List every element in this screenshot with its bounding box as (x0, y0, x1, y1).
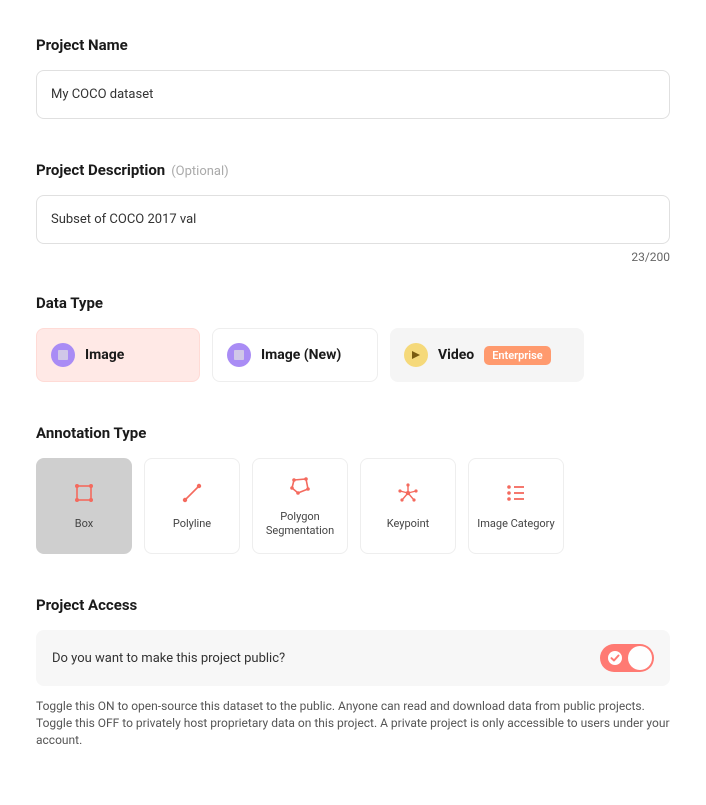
data-type-option-video-label: Video (438, 347, 474, 363)
project-access-box: Do you want to make this project public? (36, 630, 670, 686)
annotation-option-polygon[interactable]: Polygon Segmentation (252, 458, 348, 554)
annotation-type-options: Box Polyline (36, 458, 670, 554)
annotation-option-keypoint-label: Keypoint (383, 517, 434, 531)
category-icon (504, 481, 528, 505)
project-description-section: Project Description (Optional) 23/200 (36, 161, 670, 264)
data-type-option-video[interactable]: Video Enterprise (390, 328, 584, 382)
annotation-option-keypoint[interactable]: Keypoint (360, 458, 456, 554)
enterprise-badge: Enterprise (484, 346, 551, 365)
polyline-icon (180, 481, 204, 505)
annotation-option-category-label: Image Category (473, 517, 558, 531)
annotation-option-box[interactable]: Box (36, 458, 132, 554)
data-type-options: Image Image (New) Video Enterprise (36, 328, 670, 382)
data-type-option-image-label: Image (85, 347, 124, 363)
project-name-section: Project Name (36, 36, 670, 119)
image-new-icon (227, 343, 251, 367)
image-icon (51, 343, 75, 367)
optional-tag: (Optional) (171, 164, 228, 179)
data-type-option-image-new-label: Image (New) (261, 347, 341, 363)
project-description-label-text: Project Description (36, 161, 165, 179)
toggle-knob (628, 646, 652, 670)
project-description-label: Project Description (Optional) (36, 161, 670, 179)
annotation-option-box-label: Box (71, 517, 97, 531)
project-access-question: Do you want to make this project public? (52, 651, 285, 666)
data-type-option-image-new[interactable]: Image (New) (212, 328, 378, 382)
annotation-type-label: Annotation Type (36, 424, 670, 442)
description-char-counter: 23/200 (36, 250, 670, 264)
project-access-section: Project Access Do you want to make this … (36, 596, 670, 748)
polygon-icon (288, 474, 312, 498)
box-icon (72, 481, 96, 505)
project-access-label: Project Access (36, 596, 670, 614)
annotation-option-polyline[interactable]: Polyline (144, 458, 240, 554)
project-description-input[interactable] (36, 195, 670, 244)
project-access-help: Toggle this ON to open-source this datas… (36, 698, 670, 748)
project-access-toggle[interactable] (600, 644, 654, 672)
keypoint-icon (396, 481, 420, 505)
data-type-section: Data Type Image Image (New) Video Enterp… (36, 294, 670, 382)
project-name-label: Project Name (36, 36, 670, 54)
check-icon (607, 650, 623, 666)
project-name-input[interactable] (36, 70, 670, 119)
data-type-label: Data Type (36, 294, 670, 312)
annotation-type-section: Annotation Type Box (36, 424, 670, 554)
annotation-option-polygon-label: Polygon Segmentation (253, 510, 347, 538)
annotation-option-category[interactable]: Image Category (468, 458, 564, 554)
annotation-option-polyline-label: Polyline (169, 517, 215, 531)
video-icon (404, 343, 428, 367)
data-type-option-image[interactable]: Image (36, 328, 200, 382)
